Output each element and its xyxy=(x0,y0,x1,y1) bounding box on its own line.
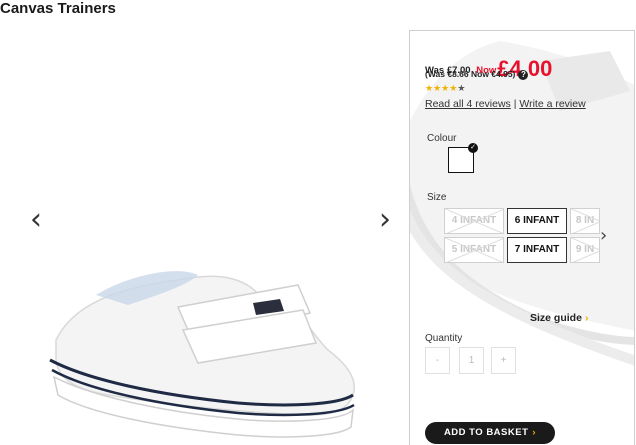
add-to-basket-label: ADD TO BASKET xyxy=(443,427,529,438)
size-guide-link[interactable]: Size guide › xyxy=(530,312,588,324)
colour-swatch-white[interactable]: ✓ xyxy=(448,143,478,173)
size-option-6-infant[interactable]: 6 INFANT xyxy=(507,208,567,234)
page-title: Canvas Trainers xyxy=(0,0,116,17)
add-to-basket-button[interactable]: ADD TO BASKET › xyxy=(425,422,555,444)
size-option-4-infant: 4 INFANT xyxy=(444,208,504,234)
size-next-arrow[interactable]: › xyxy=(600,225,607,246)
star-icon: ★ xyxy=(433,83,442,93)
next-image-arrow[interactable]: › xyxy=(379,205,391,235)
chevron-right-icon: › xyxy=(584,312,589,324)
quantity-input[interactable]: 1 xyxy=(459,347,484,374)
reviews-links: Read all 4 reviews | Write a review xyxy=(425,98,586,110)
star-icon: ★ xyxy=(425,83,434,93)
purchase-panel: Was £7.00 Now£4.00 (Was €8.66 Now €4.95)… xyxy=(409,30,635,445)
product-image-shoe xyxy=(49,271,355,438)
quantity-plus-button[interactable]: + xyxy=(491,347,516,374)
quantity-minus-button[interactable]: - xyxy=(425,347,450,374)
rating-stars: ★★★★★ xyxy=(425,83,465,94)
help-icon[interactable]: ? xyxy=(518,70,529,80)
write-review-link[interactable]: Write a review xyxy=(519,98,585,110)
size-guide-text: Size guide xyxy=(530,312,582,324)
chevron-right-icon: › xyxy=(532,427,537,438)
colour-label: Colour xyxy=(427,133,457,144)
quantity-label: Quantity xyxy=(425,333,463,344)
size-label: Size xyxy=(427,192,447,203)
euro-price-text: (Was €8.66 Now €4.95) xyxy=(425,69,516,79)
size-option-5-infant: 5 INFANT xyxy=(444,237,504,263)
star-empty-icon: ★ xyxy=(457,83,466,93)
read-reviews-link[interactable]: Read all 4 reviews xyxy=(425,98,511,110)
size-option-7-infant[interactable]: 7 INFANT xyxy=(507,237,567,263)
size-option-9-infant: 9 IN xyxy=(570,237,600,263)
size-option-8-infant: 8 IN xyxy=(570,208,600,234)
euro-price: (Was €8.66 Now €4.95)? xyxy=(425,69,529,80)
prev-image-arrow[interactable]: ‹ xyxy=(30,205,42,235)
check-icon: ✓ xyxy=(468,143,478,153)
